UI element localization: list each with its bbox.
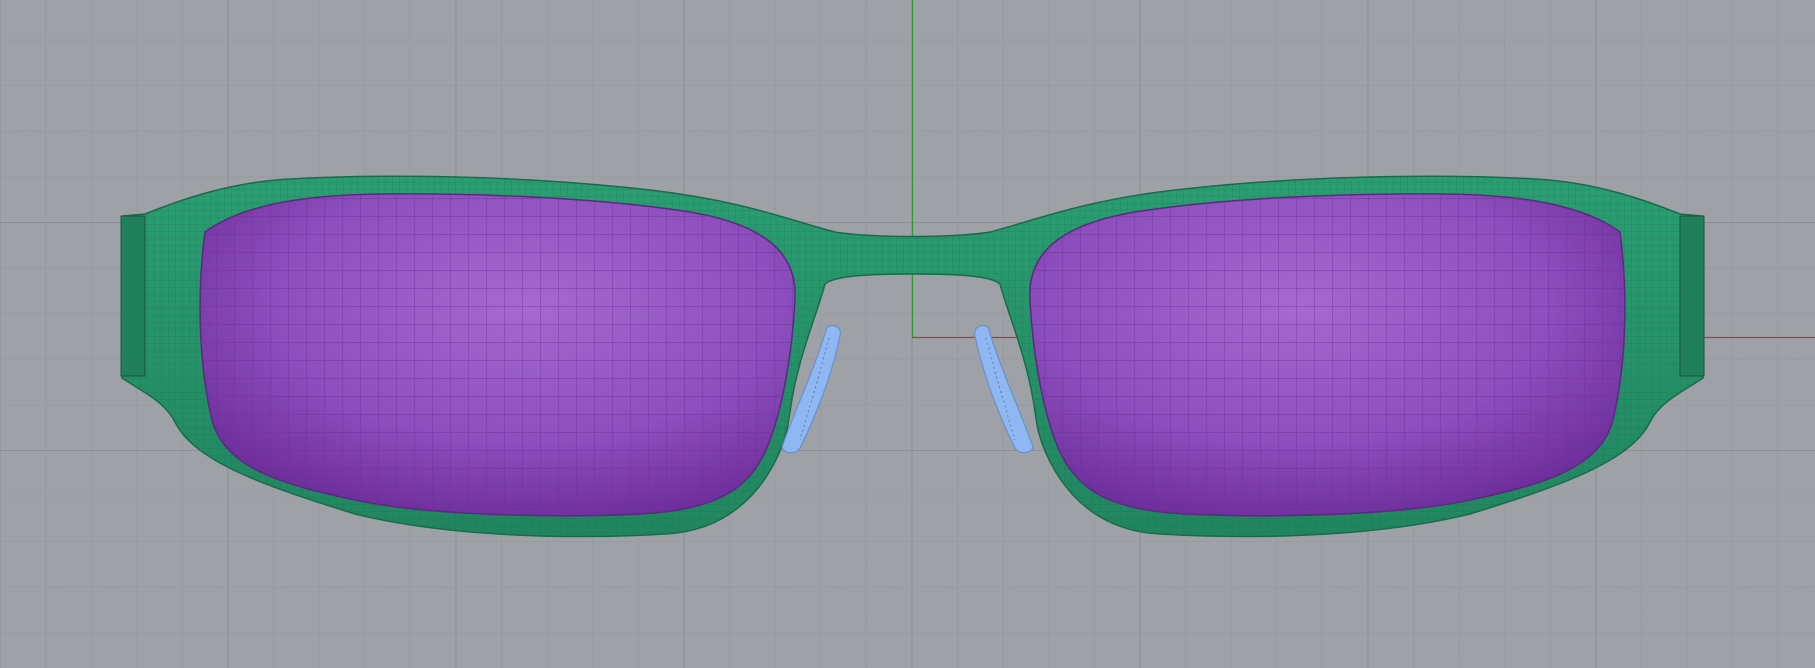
rhino-viewport-front[interactable] <box>0 0 1815 668</box>
right-temple-hinge <box>1679 215 1705 377</box>
left-temple-hinge <box>120 215 146 377</box>
right-lens[interactable] <box>1029 193 1626 517</box>
left-lens[interactable] <box>199 193 796 517</box>
scene-canvas <box>120 0 1815 538</box>
